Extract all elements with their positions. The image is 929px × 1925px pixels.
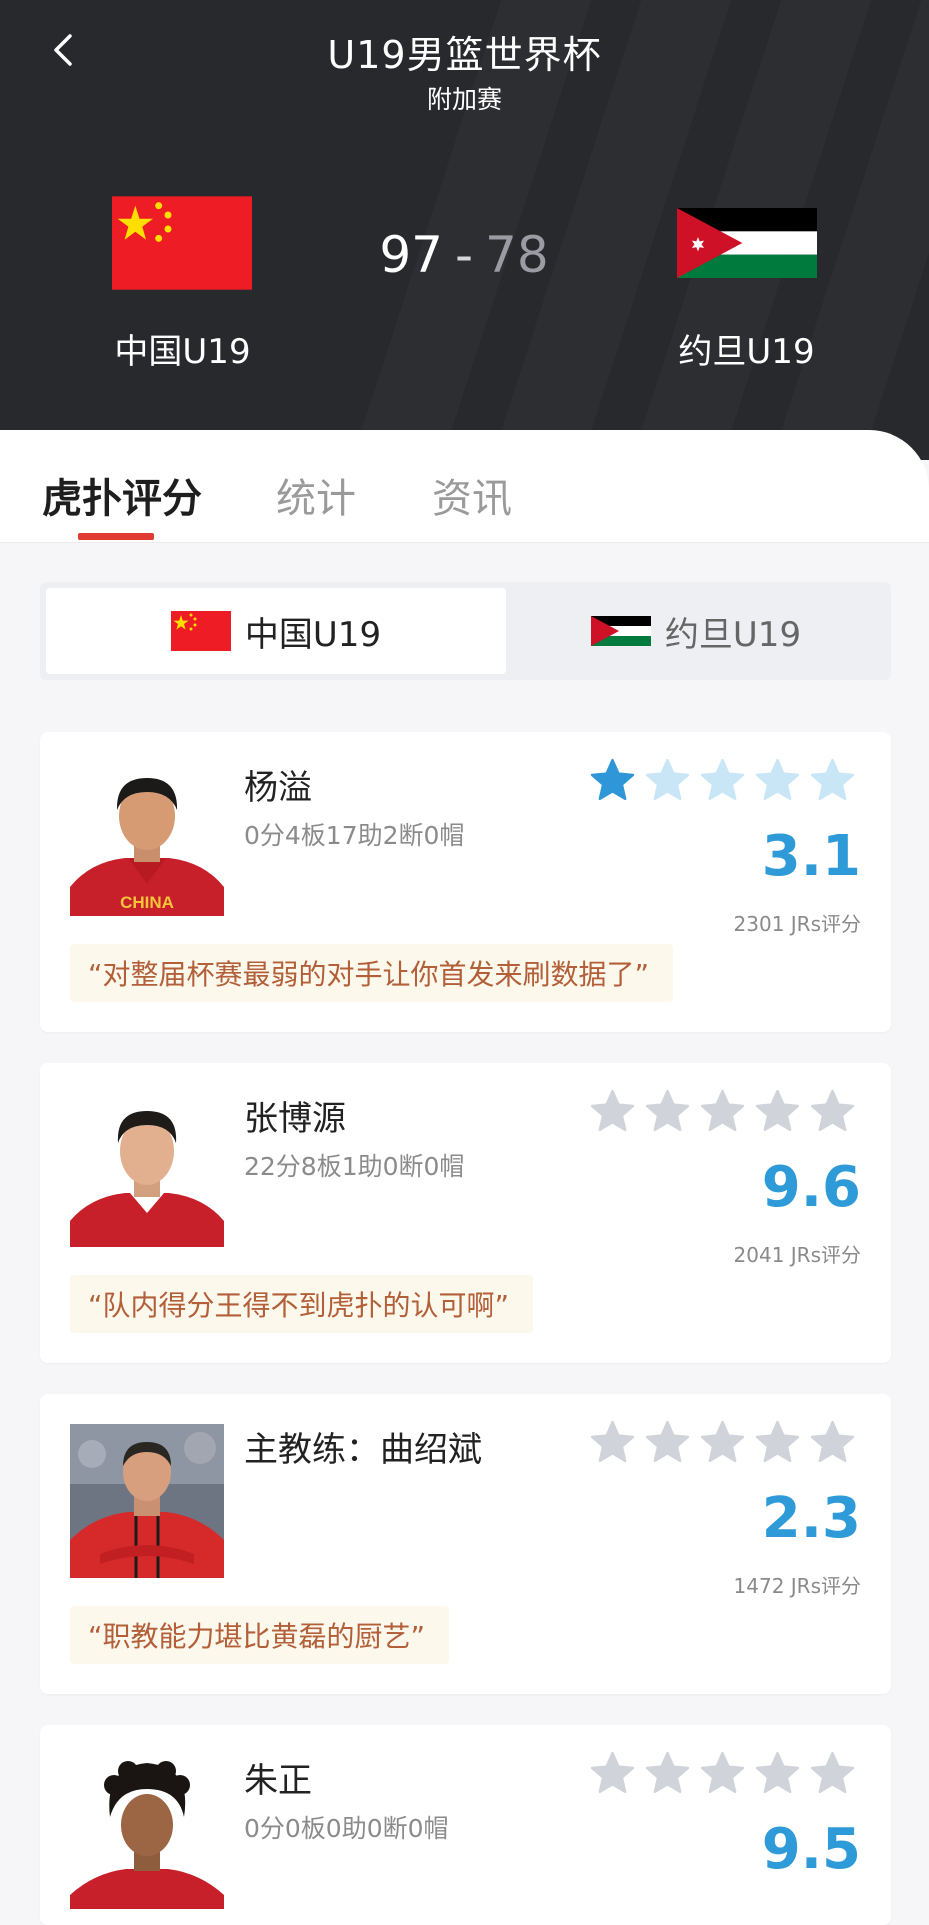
star-icon[interactable] [588,1418,637,1467]
player-name: 杨溢 [244,768,312,808]
player-rating-score: 3.1 [761,824,861,889]
player-rating-score: 9.5 [761,1817,861,1882]
player-avatar [70,1093,224,1247]
player-stats: 0分0板0助0断0帽 [244,1814,449,1843]
player-name: 朱正 [244,1761,312,1801]
star-icon[interactable] [643,1418,692,1467]
tab-bar: 虎扑评分 统计 资讯 [0,430,929,543]
star-icon[interactable] [808,1418,857,1467]
star-icon[interactable] [698,756,747,805]
jordan-flag-icon [590,616,651,646]
star-icon[interactable] [808,1749,857,1798]
china-flag-icon [112,196,252,290]
star-icon[interactable] [808,756,857,805]
star-rating-input[interactable] [588,756,857,805]
home-score: 97 [379,226,443,284]
home-team-name[interactable]: 中国U19 [70,324,295,373]
star-icon[interactable] [753,1087,802,1136]
player-avatar: CHINA [70,762,224,916]
china-flag-icon [170,611,231,651]
star-icon[interactable] [753,756,802,805]
top-comment[interactable]: “对整届杯赛最弱的对手让你首发来刷数据了” [70,944,674,1002]
match-score: 97-78 [364,226,564,284]
jordan-flag-icon [677,208,817,278]
away-team-name[interactable]: 约旦U19 [634,324,859,373]
coach-name: 主教练：曲绍斌 [244,1430,482,1470]
rating-vote-count: 2041 JRs评分 [733,1243,861,1267]
player-stats: 22分8板1助0断0帽 [244,1152,465,1181]
tab-statistics[interactable]: 统计 [276,466,356,524]
star-icon[interactable] [588,756,637,805]
team-switch-home[interactable]: 中国U19 [46,588,506,674]
tab-news[interactable]: 资讯 [432,466,512,524]
page-title: U19男篮世界杯 [327,33,602,77]
player-rating-score: 9.6 [761,1155,861,1220]
rating-vote-count: 2301 JRs评分 [733,912,861,936]
star-rating-input[interactable] [588,1087,857,1136]
player-name: 张博源 [244,1099,346,1139]
star-icon[interactable] [808,1087,857,1136]
player-stats: 0分4板17助2断0帽 [244,821,465,850]
coach-rating-score: 2.3 [761,1486,861,1551]
svg-text:CHINA: CHINA [120,893,174,912]
team-switch-away-label: 约旦U19 [664,614,802,655]
star-icon[interactable] [643,756,692,805]
coach-avatar [70,1424,224,1578]
player-rating-card[interactable]: CHINA 杨溢 0分4板17助2断0帽 3.1 2301 JRs评分 “对整届… [40,732,891,1032]
tab-hupu-rating[interactable]: 虎扑评分 [42,466,202,524]
star-icon[interactable] [643,1749,692,1798]
star-icon[interactable] [753,1418,802,1467]
star-icon[interactable] [588,1749,637,1798]
star-icon[interactable] [698,1418,747,1467]
team-switch: 中国U19 约旦U19 [40,582,891,680]
match-header: U19男篮世界杯 附加赛 中国U19 约旦U19 97-78 [0,0,929,460]
star-rating-input[interactable] [588,1418,857,1467]
page-subtitle: 附加赛 [426,85,502,114]
star-icon[interactable] [698,1087,747,1136]
star-icon[interactable] [753,1749,802,1798]
team-switch-away[interactable]: 约旦U19 [506,588,886,674]
star-icon[interactable] [698,1749,747,1798]
active-tab-indicator [78,533,154,540]
top-comment[interactable]: “队内得分王得不到虎扑的认可啊” [70,1275,534,1333]
top-comment[interactable]: “职教能力堪比黄磊的厨艺” [70,1606,450,1664]
rating-vote-count: 1472 JRs评分 [733,1574,861,1598]
star-icon[interactable] [588,1087,637,1136]
player-rating-card[interactable]: 张博源 22分8板1助0断0帽 9.6 2041 JRs评分 “队内得分王得不到… [40,1063,891,1363]
team-switch-home-label: 中国U19 [244,614,382,655]
coach-rating-card[interactable]: 主教练：曲绍斌 2.3 1472 JRs评分 “职教能力堪比黄磊的厨艺” [40,1394,891,1694]
star-icon[interactable] [643,1087,692,1136]
player-avatar [70,1755,224,1909]
player-rating-card[interactable]: 朱正 0分0板0助0断0帽 9.5 [40,1725,891,1925]
star-rating-input[interactable] [588,1749,857,1798]
away-score: 78 [485,226,549,284]
score-separator: - [454,226,474,284]
